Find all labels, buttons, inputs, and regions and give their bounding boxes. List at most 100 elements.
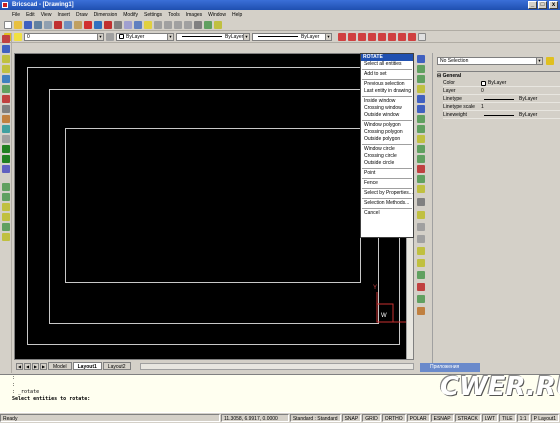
- print-icon[interactable]: [34, 20, 42, 29]
- stretch-icon[interactable]: [417, 115, 425, 123]
- snap-nearest-icon[interactable]: [398, 32, 406, 41]
- break-icon[interactable]: [417, 165, 425, 173]
- make-current-icon[interactable]: [106, 32, 114, 41]
- menu-item-add-to-set[interactable]: Add to set: [361, 71, 413, 78]
- first-tab-icon[interactable]: ◀: [16, 362, 23, 370]
- menu-item-window-circle[interactable]: Window circle: [361, 146, 413, 153]
- delete-icon[interactable]: [84, 20, 92, 29]
- horizontal-scrollbar[interactable]: [140, 363, 414, 370]
- polyline-icon[interactable]: [2, 45, 10, 53]
- status-snap[interactable]: SNAP: [341, 413, 362, 422]
- rectangle-icon[interactable]: [2, 95, 10, 103]
- tab-model[interactable]: Model: [48, 362, 72, 370]
- preview-icon[interactable]: [44, 20, 52, 29]
- menu-item-crossing-circle[interactable]: Crossing circle: [361, 153, 413, 160]
- menu-item-previous-selection[interactable]: Previous selection: [361, 81, 413, 88]
- zoom-out-icon[interactable]: [164, 20, 172, 29]
- match-properties-icon[interactable]: [114, 20, 122, 29]
- menu-item-select-by-properties[interactable]: Select by Properties...: [361, 190, 413, 197]
- close-button[interactable]: x: [549, 1, 558, 9]
- menu-settings[interactable]: Settings: [144, 12, 162, 18]
- menu-file[interactable]: File: [12, 12, 20, 18]
- scale-object-icon[interactable]: [417, 105, 425, 113]
- paste-icon[interactable]: [74, 20, 82, 29]
- copy-icon[interactable]: [64, 20, 72, 29]
- snap-endpoint-icon[interactable]: [338, 32, 346, 41]
- hatch-icon[interactable]: [2, 115, 10, 123]
- edit-text-icon[interactable]: [417, 259, 425, 267]
- snap-none-icon[interactable]: [408, 32, 416, 41]
- menu-item-crossing-window[interactable]: Crossing window: [361, 105, 413, 112]
- extend-icon[interactable]: [417, 155, 425, 163]
- divide-icon[interactable]: [417, 235, 425, 243]
- help-icon[interactable]: [214, 20, 222, 29]
- status-polar[interactable]: POLAR: [406, 413, 430, 422]
- undo-icon[interactable]: [94, 20, 102, 29]
- snap-tangent-icon[interactable]: [388, 32, 396, 41]
- block-icon[interactable]: [2, 135, 10, 143]
- cut-icon[interactable]: [54, 20, 62, 29]
- menu-insert[interactable]: Insert: [57, 12, 70, 18]
- status-ortho[interactable]: ORTHO: [381, 413, 406, 422]
- prop-row-lineweight[interactable]: Lineweight ByLayer: [443, 112, 560, 119]
- snap-center-icon[interactable]: [358, 32, 366, 41]
- last-tab-icon[interactable]: ▶: [40, 362, 47, 370]
- copy-entity-icon[interactable]: [2, 193, 10, 201]
- zoom-window-icon[interactable]: [174, 20, 182, 29]
- view-icon[interactable]: [194, 20, 202, 29]
- menu-tools[interactable]: Tools: [168, 12, 180, 18]
- tab-layout1[interactable]: Layout1: [72, 362, 102, 370]
- menu-edit[interactable]: Edit: [26, 12, 35, 18]
- lengthen-icon[interactable]: [417, 223, 425, 231]
- save-icon[interactable]: [24, 20, 32, 29]
- pan-realtime-icon[interactable]: [417, 55, 425, 63]
- spline-icon[interactable]: [2, 85, 10, 93]
- trim-icon[interactable]: [417, 145, 425, 153]
- snap-perpendicular-icon[interactable]: [378, 32, 386, 41]
- quick-select-icon[interactable]: [546, 57, 554, 65]
- properties-icon[interactable]: [124, 20, 132, 29]
- offset-object-icon[interactable]: [417, 135, 425, 143]
- status-grid[interactable]: GRID: [362, 413, 381, 422]
- menu-item-window-polygon[interactable]: Window polygon: [361, 122, 413, 129]
- text-icon[interactable]: [2, 145, 10, 153]
- open-icon[interactable]: [14, 20, 22, 29]
- join-icon[interactable]: [417, 247, 425, 255]
- copy-object-icon[interactable]: [417, 75, 425, 83]
- snap-midpoint-icon[interactable]: [348, 32, 356, 41]
- point-icon[interactable]: [2, 105, 10, 113]
- draw-order-icon[interactable]: [417, 307, 425, 315]
- prop-row-linetype-scale[interactable]: Linetype scale 1: [443, 104, 560, 111]
- properties-brush-icon[interactable]: [417, 295, 425, 303]
- scale-icon[interactable]: [2, 233, 10, 241]
- menu-view[interactable]: View: [41, 12, 52, 18]
- maximize-button[interactable]: □: [538, 1, 547, 9]
- arc-icon[interactable]: [2, 65, 10, 73]
- color-select[interactable]: ByLayer ▼: [116, 32, 174, 41]
- menu-item-last-entity[interactable]: Last entity in drawing: [361, 88, 413, 95]
- circle-icon[interactable]: [2, 55, 10, 63]
- mtext-icon[interactable]: [2, 155, 10, 163]
- layer-state-icon[interactable]: [14, 32, 22, 41]
- menu-item-outside-window[interactable]: Outside window: [361, 112, 413, 119]
- offset-icon[interactable]: [2, 213, 10, 221]
- menu-item-outside-circle[interactable]: Outside circle: [361, 160, 413, 167]
- snap-settings-icon[interactable]: [418, 32, 426, 41]
- menu-item-outside-polygon[interactable]: Outside polygon: [361, 136, 413, 143]
- status-style[interactable]: Standard : Standard: [289, 413, 341, 422]
- table-icon[interactable]: [2, 165, 10, 173]
- ellipse-icon[interactable]: [2, 75, 10, 83]
- chamfer-icon[interactable]: [417, 185, 425, 193]
- edit-hatch-icon[interactable]: [417, 271, 425, 279]
- array-icon[interactable]: [2, 223, 10, 231]
- lineweight-select[interactable]: ByLayer ▼: [252, 32, 332, 41]
- menu-modify[interactable]: Modify: [123, 12, 138, 18]
- array-object-icon[interactable]: [417, 125, 425, 133]
- zoom-in-icon[interactable]: [154, 20, 162, 29]
- menu-help[interactable]: Help: [232, 12, 242, 18]
- erase-icon[interactable]: [417, 283, 425, 291]
- render-icon[interactable]: [204, 20, 212, 29]
- new-icon[interactable]: [4, 20, 12, 29]
- move-icon[interactable]: [2, 183, 10, 191]
- menu-window[interactable]: Window: [208, 12, 226, 18]
